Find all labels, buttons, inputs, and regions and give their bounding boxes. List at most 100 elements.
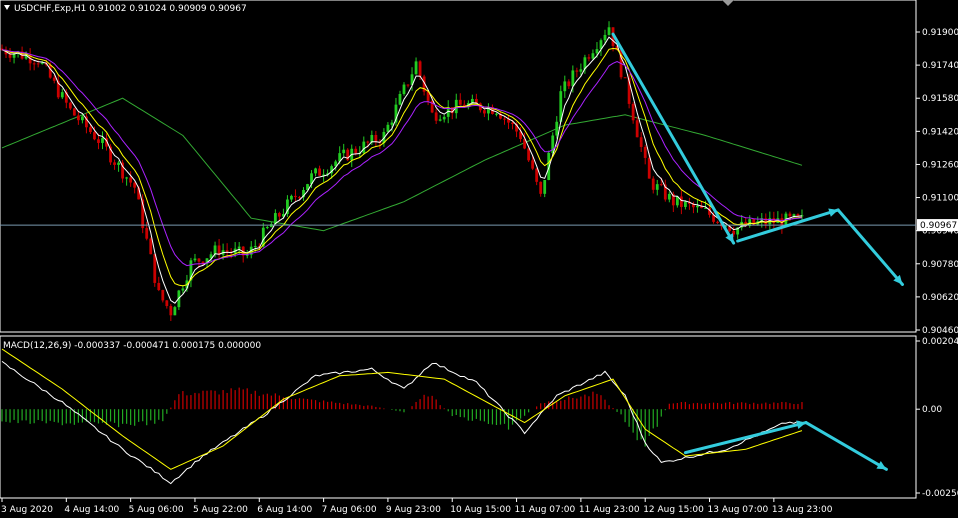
price-tick-label: 0.90620 [922,293,958,303]
price-tick-label: 0.91100 [922,194,958,204]
candle-body [495,113,498,115]
candle-body [647,157,651,179]
price-tick-label: 0.91740 [922,61,958,71]
time-tick-label: 10 Aug 15:00 [450,505,511,515]
candle-body [277,213,281,217]
candle-body [81,116,84,121]
candle-body [555,121,559,136]
candle-body [72,108,76,116]
candle-body [68,102,72,109]
candle-body [366,141,370,143]
symbol-title: USDCHF,Exp,H1 0.91002 0.91024 0.90909 0.… [14,4,247,14]
candle-body [40,62,44,64]
candle-body [181,288,185,291]
candle-body [89,127,92,133]
price-tick-label: 0.90460 [922,326,958,336]
candle-body [133,182,137,188]
candle-body [60,92,64,98]
price-tick-label: 0.91900 [922,28,958,38]
candle-body [696,205,699,208]
candle-body [543,179,547,194]
time-tick-label: 9 Aug 23:00 [386,505,441,515]
candle-body [438,119,442,121]
candle-body [390,122,394,125]
candle-body [667,193,671,200]
candle-body [253,245,257,247]
candle-body [527,148,531,161]
macd-title: MACD(12,26,9) -0.000337 -0.000471 0.0001… [3,341,261,351]
macd-tick-label: -0.002508 [922,489,958,499]
candle-body [595,49,599,54]
candle-body [129,177,133,183]
candle-body [607,27,611,35]
candle-body [567,81,571,87]
candle-body [623,77,627,79]
candle-body [635,120,639,138]
candle-body [294,195,297,198]
candle-body [193,258,197,261]
candle-body [434,112,438,121]
candle-body [149,238,153,255]
candle-body [117,162,120,165]
candle-body [398,93,402,105]
candle-body [76,115,80,121]
candle-body [659,184,663,186]
candle-body [442,116,446,120]
candle-body [418,61,422,77]
candle-body [603,34,607,41]
time-tick-label: 3 Aug 2020 [1,505,53,515]
candle-body [298,197,301,199]
candle-body [8,54,12,58]
candle-body [145,228,149,239]
candle-body [386,124,390,132]
candle-body [679,196,683,207]
candle-body [458,99,462,105]
time-tick-label: 11 Aug 23:00 [579,505,640,515]
time-tick-label: 6 Aug 14:00 [257,505,312,515]
time-tick-label: 12 Aug 15:00 [643,505,704,515]
candle-body [716,221,719,223]
candle-body [406,84,410,86]
candle-body [290,195,293,200]
candle-body [531,160,535,169]
candle-body [36,63,40,65]
candle-body [161,290,165,301]
candle-body [12,53,16,58]
candle-body [354,148,358,154]
price-tick-label: 0.90780 [922,260,958,270]
candle-body [571,70,575,87]
candle-body [93,132,96,140]
candle-body [318,168,321,176]
candle-body [362,141,366,153]
candle-body [591,53,595,59]
candle-body [165,300,169,307]
candle-body [101,138,104,143]
candle-body [563,81,567,92]
price-tick-label: 0.91580 [922,94,958,104]
macd-tick-label: 0.002041 [922,337,958,347]
candle-body [535,168,539,182]
candle-body [97,139,100,143]
candle-body [197,258,201,262]
candle-body [173,307,177,316]
time-tick-label: 5 Aug 22:00 [193,505,248,515]
candle-body [684,201,687,207]
candle-body [631,103,635,121]
candle-body [651,178,655,190]
candle-body [157,282,161,291]
candle-body [643,146,647,158]
candle-body [237,246,241,249]
candle-body [414,61,418,75]
candle-body [52,77,56,81]
candle-body [655,184,659,190]
candle-body [314,168,317,174]
candle-body [342,149,346,154]
candle-body [213,245,217,255]
trading-chart[interactable]: 0.91900 0.91740 0.91580 0.91420 0.91260 0.911… [0,0,958,518]
macd-tick-label: 0.00 [922,405,942,415]
candle-body [48,64,52,78]
candle-body [113,162,116,165]
candle-body [587,57,591,59]
candle-body [125,177,129,179]
candle-body [788,213,792,217]
